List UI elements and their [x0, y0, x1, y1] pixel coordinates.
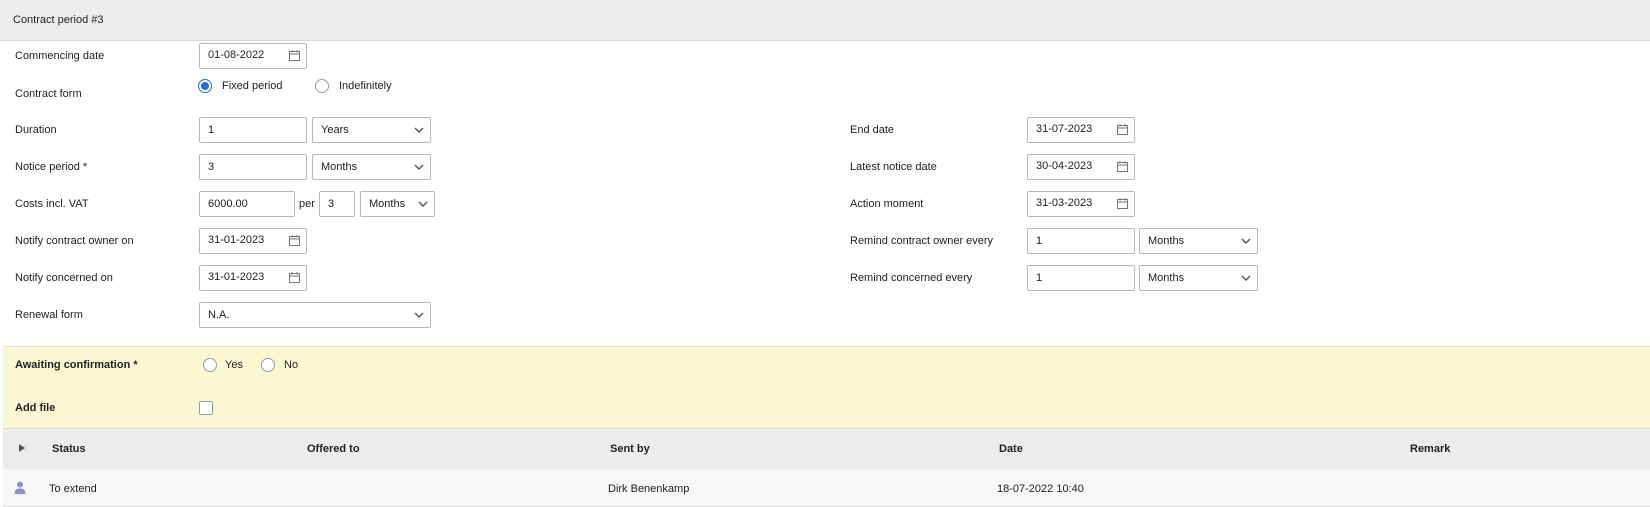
radio-indefinitely[interactable]	[315, 79, 329, 93]
calendar-icon[interactable]	[289, 235, 300, 246]
duration-input[interactable]	[199, 117, 307, 143]
table-row[interactable]	[3, 469, 1650, 507]
action-moment-label: Action moment	[850, 198, 924, 210]
costs-input[interactable]	[199, 191, 295, 217]
remind-owner-unit-select[interactable]: Months	[1139, 228, 1258, 254]
chevron-down-icon	[414, 127, 424, 133]
radio-no[interactable]	[261, 358, 275, 372]
commencing-date-label: Commencing date	[15, 50, 105, 62]
remind-concerned-input[interactable]	[1027, 265, 1135, 291]
action-moment-date-field[interactable]	[1027, 191, 1135, 217]
yes-label: Yes	[225, 359, 243, 371]
contract-form-label: Contract form	[15, 88, 82, 100]
notice-period-input[interactable]	[199, 154, 307, 180]
notify-concerned-date-input[interactable]	[208, 271, 278, 283]
section-title: Contract period #3	[13, 14, 104, 26]
remind-owner-unit-value: Months	[1148, 235, 1185, 247]
commencing-date-input[interactable]	[208, 49, 278, 61]
no-label: No	[284, 359, 299, 371]
notice-period-unit-select[interactable]: Months	[312, 154, 431, 180]
chevron-down-icon	[414, 312, 424, 318]
calendar-icon[interactable]	[1117, 124, 1128, 135]
chevron-down-icon	[414, 164, 424, 170]
awaiting-confirmation-label: Awaiting confirmation *	[15, 359, 138, 371]
chevron-down-icon	[1241, 275, 1251, 281]
notify-owner-label: Notify contract owner on	[15, 235, 134, 247]
table-header	[3, 428, 1650, 470]
row-date: 18-07-2022 10:40	[997, 483, 1084, 495]
remind-concerned-label: Remind concerned every	[850, 272, 973, 284]
chevron-down-icon	[418, 201, 428, 207]
calendar-icon[interactable]	[1117, 198, 1128, 209]
column-offered-to[interactable]: Offered to	[307, 443, 360, 455]
remind-concerned-unit-value: Months	[1148, 272, 1185, 284]
end-date-input[interactable]	[1036, 123, 1106, 135]
indefinitely-label: Indefinitely	[339, 80, 392, 92]
user-icon	[14, 481, 26, 494]
end-date-label: End date	[850, 124, 895, 136]
add-file-label: Add file	[15, 402, 56, 414]
end-date-field[interactable]	[1027, 117, 1135, 143]
duration-label: Duration	[15, 124, 57, 136]
radio-fixed-period[interactable]	[198, 79, 212, 93]
costs-unit-select[interactable]: Months	[360, 191, 435, 217]
add-file-checkbox[interactable]	[199, 401, 213, 415]
commencing-date-field[interactable]	[199, 43, 307, 69]
column-remark[interactable]: Remark	[1410, 443, 1450, 455]
section-header: Contract period #3	[0, 0, 1650, 41]
calendar-icon[interactable]	[1117, 161, 1128, 172]
duration-unit-select[interactable]: Years	[312, 117, 431, 143]
latest-notice-label: Latest notice date	[850, 161, 937, 173]
row-sent-by: Dirk Benenkamp	[608, 483, 690, 495]
fixed-period-label: Fixed period	[222, 80, 283, 92]
column-status[interactable]: Status	[52, 443, 86, 455]
latest-notice-date-field[interactable]	[1027, 154, 1135, 180]
costs-per-label: per	[299, 198, 315, 210]
latest-notice-date-input[interactable]	[1036, 160, 1106, 172]
chevron-down-icon	[1241, 238, 1251, 244]
column-date[interactable]: Date	[999, 443, 1023, 455]
renewal-form-label: Renewal form	[15, 309, 83, 321]
confirmation-panel	[3, 346, 1650, 429]
row-status: To extend	[49, 483, 97, 495]
duration-unit-value: Years	[321, 124, 349, 136]
renewal-form-select[interactable]: N.A.	[199, 302, 431, 328]
costs-label: Costs incl. VAT	[15, 198, 89, 210]
notify-concerned-label: Notify concerned on	[15, 272, 113, 284]
costs-unit-value: Months	[369, 198, 406, 210]
calendar-icon[interactable]	[289, 272, 300, 283]
remind-owner-input[interactable]	[1027, 228, 1135, 254]
renewal-form-value: N.A.	[208, 309, 230, 321]
action-moment-date-input[interactable]	[1036, 197, 1106, 209]
notice-period-unit-value: Months	[321, 161, 358, 173]
column-sent-by[interactable]: Sent by	[610, 443, 650, 455]
remind-concerned-unit-select[interactable]: Months	[1139, 265, 1258, 291]
notice-period-label: Notice period *	[15, 161, 88, 173]
notify-owner-date-input[interactable]	[208, 234, 278, 246]
notify-owner-date-field[interactable]	[199, 228, 307, 254]
radio-yes[interactable]	[203, 358, 217, 372]
expand-arrow-icon[interactable]	[18, 443, 26, 453]
notify-concerned-date-field[interactable]	[199, 265, 307, 291]
costs-per-input[interactable]	[319, 191, 355, 217]
remind-owner-label: Remind contract owner every	[850, 235, 994, 247]
calendar-icon[interactable]	[289, 50, 300, 61]
